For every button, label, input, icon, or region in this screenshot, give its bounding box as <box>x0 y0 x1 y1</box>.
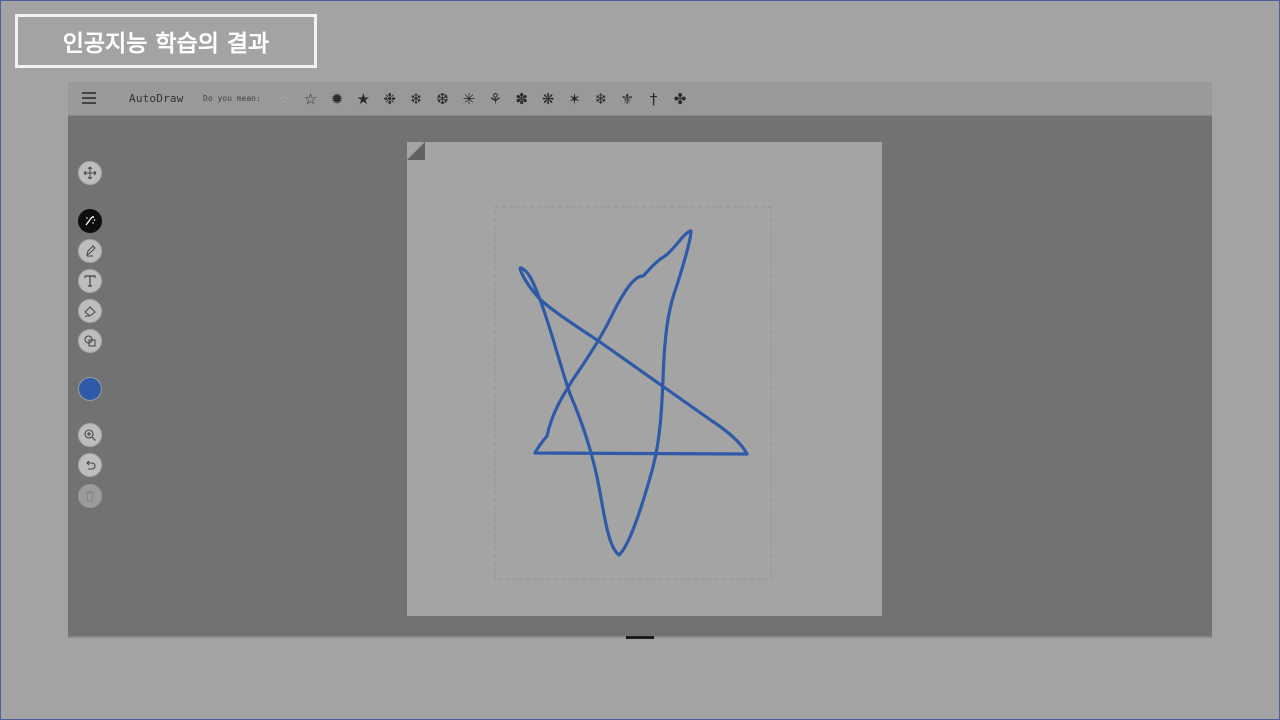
suggestion-starburst-icon[interactable]: ✳ <box>456 88 482 110</box>
autodraw-app: AutoDraw Do you mean: ☆ ☆ ✹ ★ ❉ ❄ ❆ ✳ ⚘ … <box>68 82 1212 638</box>
suggestion-star-outline-icon[interactable]: ☆ <box>297 88 323 110</box>
autodraw-tool-button[interactable] <box>78 209 102 233</box>
draw-tool-button[interactable] <box>78 239 102 263</box>
trash-icon <box>86 491 94 502</box>
shape-icon <box>84 335 96 347</box>
suggestion-snowflake-small-icon[interactable]: ❄ <box>588 88 614 110</box>
zoom-in-icon <box>84 429 96 441</box>
undo-button[interactable] <box>78 453 102 477</box>
shape-tool-button[interactable] <box>78 329 102 353</box>
suggestion-star-filled-icon[interactable]: ★ <box>350 88 376 110</box>
suggestion-label: Do you mean: <box>203 94 261 103</box>
suggestion-snowflake-icon[interactable]: ❄ <box>403 88 429 110</box>
zoom-tool-button[interactable] <box>78 423 102 447</box>
suggestion-snowflake-ornate-icon[interactable]: ❆ <box>429 88 455 110</box>
suggestion-windmill-icon[interactable]: ⚜ <box>614 88 640 110</box>
suggestion-sun-icon[interactable]: ✹ <box>324 88 350 110</box>
autodraw-icon <box>85 216 96 226</box>
top-toolbar: AutoDraw Do you mean: ☆ ☆ ✹ ★ ❉ ❄ ❆ ✳ ⚘ … <box>68 82 1212 116</box>
suggestion-ornament-icon[interactable]: ✤ <box>667 88 693 110</box>
fill-bucket-icon <box>84 306 96 317</box>
suggestion-faded-star-icon[interactable]: ☆ <box>271 88 297 110</box>
text-icon <box>84 275 96 287</box>
type-tool-button[interactable] <box>78 269 102 293</box>
suggestion-spider-icon[interactable]: ✽ <box>509 88 535 110</box>
suggestion-flower-icon[interactable]: ❉ <box>377 88 403 110</box>
drawing-canvas[interactable] <box>407 142 882 616</box>
drawn-star-stroke <box>518 229 749 557</box>
undo-icon <box>86 460 96 470</box>
menu-icon[interactable] <box>82 92 96 104</box>
selection-bounds <box>494 206 772 580</box>
slide-title: 인공지능 학습의 결과 <box>15 14 317 68</box>
move-icon <box>83 166 97 180</box>
suggestion-insect-icon[interactable]: ⚘ <box>482 88 508 110</box>
drawing-surface <box>494 206 772 580</box>
suggestion-comet-icon[interactable]: ✶ <box>561 88 587 110</box>
fill-tool-button[interactable] <box>78 299 102 323</box>
app-name: AutoDraw <box>129 92 184 105</box>
suggestion-mandala-icon[interactable]: ❋ <box>535 88 561 110</box>
scroll-indicator[interactable] <box>626 636 654 639</box>
suggestion-strip: ☆ ☆ ✹ ★ ❉ ❄ ❆ ✳ ⚘ ✽ ❋ ✶ ❄ ⚜ † ✤ <box>271 88 693 110</box>
pencil-icon <box>86 245 96 257</box>
resize-handle-icon[interactable] <box>407 142 425 160</box>
delete-button[interactable] <box>78 484 102 508</box>
color-picker-button[interactable] <box>78 377 102 401</box>
suggestion-cross-icon[interactable]: † <box>640 88 666 110</box>
move-tool-button[interactable] <box>78 161 102 185</box>
